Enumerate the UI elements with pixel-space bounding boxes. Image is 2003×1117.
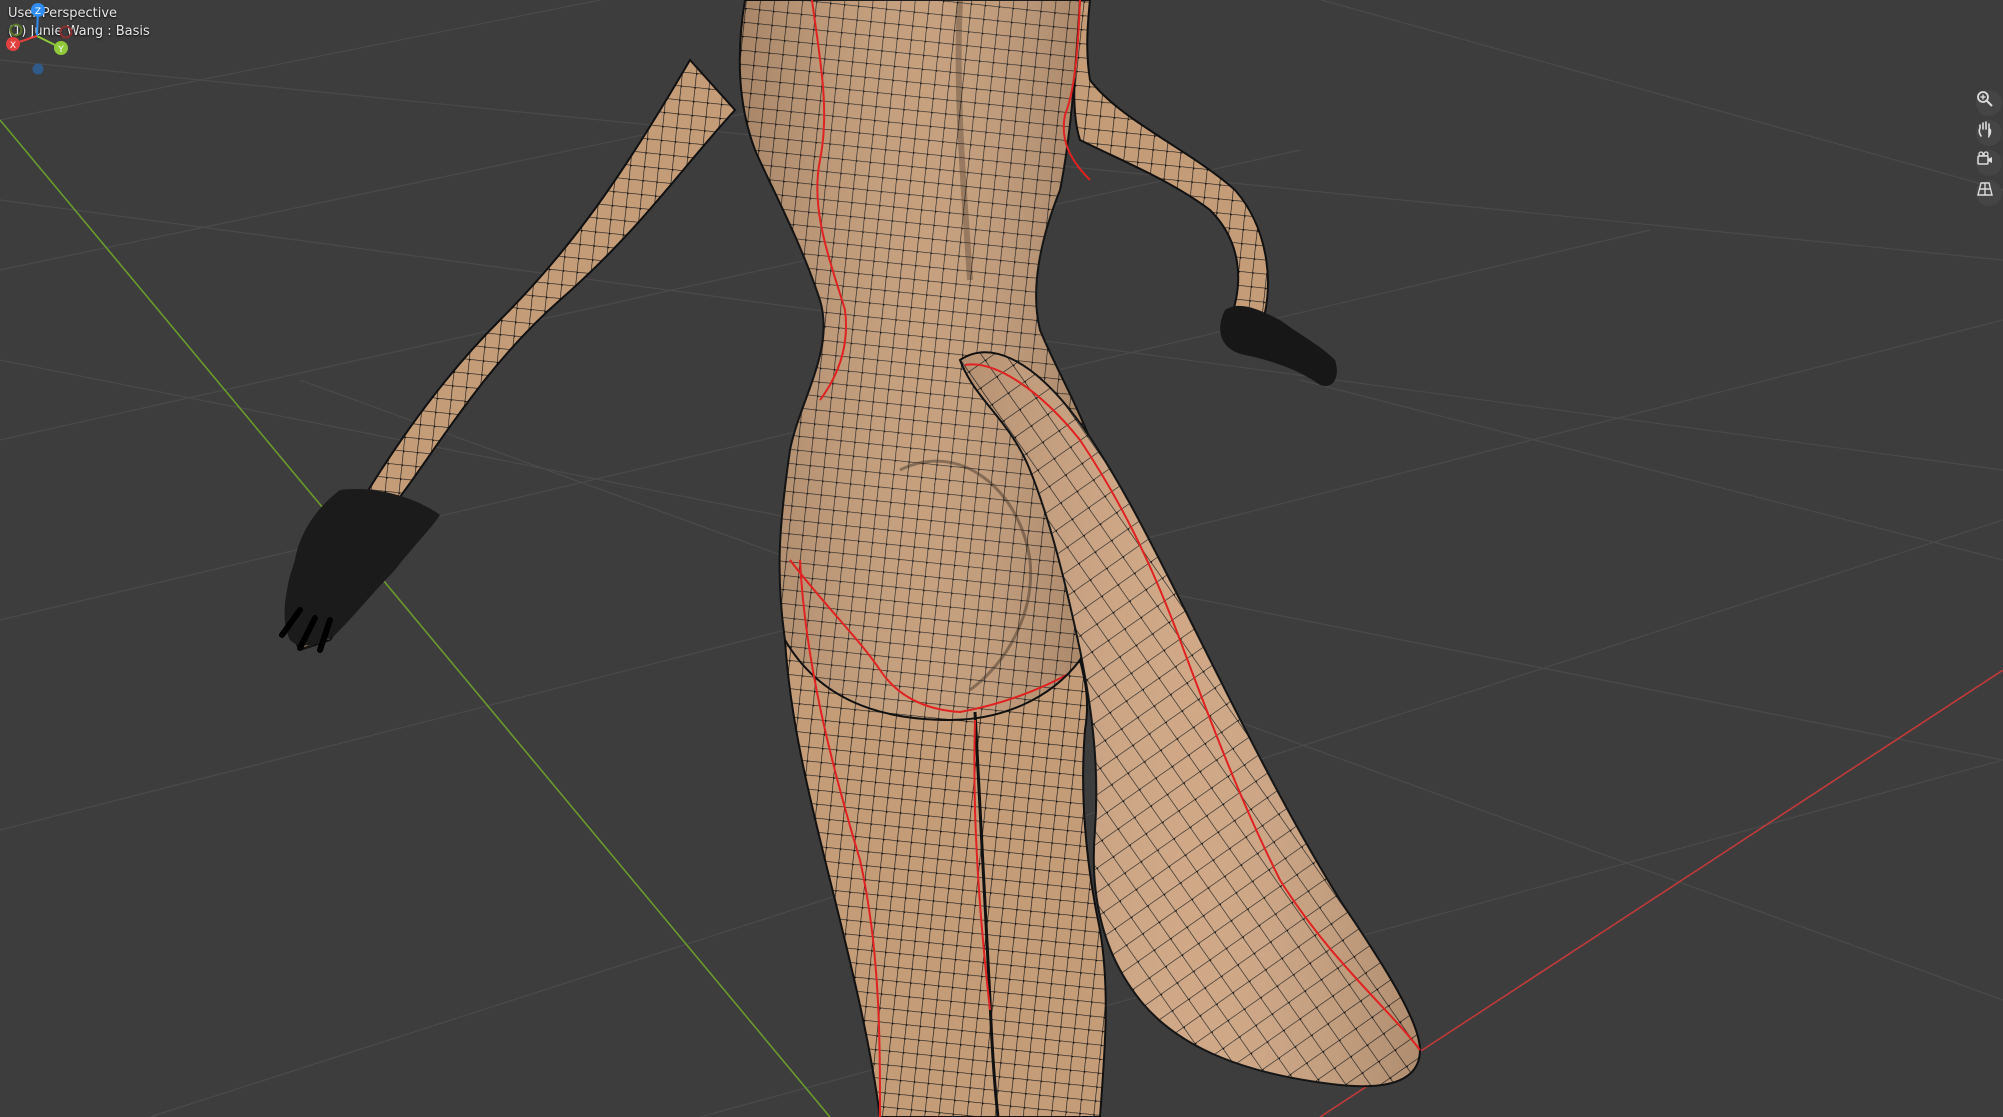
- torso: [738, 0, 1108, 722]
- axis-x-label: X: [10, 41, 16, 51]
- left-hand: [279, 489, 440, 653]
- x-axis-line: [1319, 669, 2003, 1117]
- pan-hand-icon: [1978, 121, 1992, 138]
- perspective-grid-icon: [1977, 182, 1993, 196]
- right-arm: [1073, 0, 1269, 332]
- zoom-icon: [1977, 91, 1993, 107]
- y-axis-line: [0, 119, 831, 1117]
- axis-neg-z-handle[interactable]: [32, 63, 44, 75]
- zoom-button[interactable]: [1976, 90, 2002, 116]
- camera-view-icon: [1977, 151, 1992, 165]
- pan-button[interactable]: [1976, 120, 2002, 146]
- axis-y-label: Y: [57, 45, 64, 55]
- 3d-viewport[interactable]: User Perspective (1) Junie Wang : Basis …: [0, 0, 2003, 1117]
- navigation-gizmo[interactable]: Z Y X: [0, 0, 74, 80]
- axis-neg-x-handle[interactable]: [59, 25, 73, 39]
- camera-view-button[interactable]: [1976, 150, 2002, 176]
- viewport-canvas[interactable]: [0, 0, 2003, 1117]
- axis-neg-y-handle[interactable]: [9, 23, 23, 37]
- axis-z-label: Z: [35, 7, 41, 17]
- perspective-toggle-button[interactable]: [1976, 180, 2002, 206]
